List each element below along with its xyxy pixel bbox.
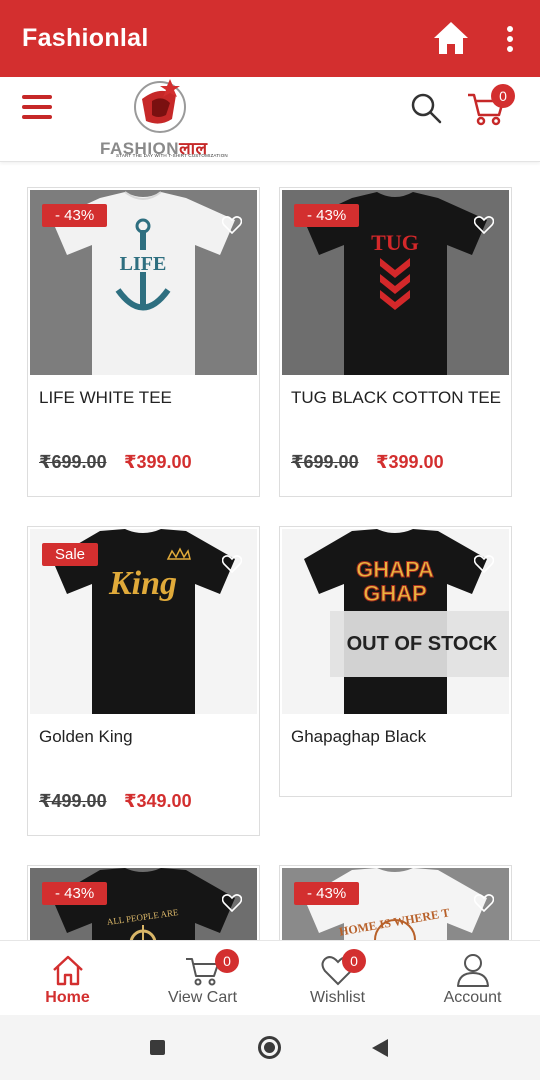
product-card[interactable]: GHAPA GHAP OUT OF STOCK Ghapaghap Black [279,526,512,797]
more-options-icon[interactable] [498,24,522,54]
product-title[interactable]: LIFE WHITE TEE [39,388,172,408]
brand-logo[interactable]: FASHIONलाल START THE DAY WITH T-SHIRT CU… [100,77,230,161]
heart-icon[interactable] [222,555,242,573]
home-icon [52,955,83,986]
heart-icon[interactable] [474,216,494,234]
product-card[interactable]: King Sale Golden King ₹499.00 ₹349.00 [27,526,260,836]
heart-icon[interactable] [474,894,494,912]
product-title[interactable]: TUG BLACK COTTON TEE [291,388,501,408]
home-icon[interactable] [432,20,470,56]
nav-view-cart[interactable]: 0 View Cart [135,941,270,1016]
logo-mark [134,79,186,133]
sale-badge: Sale [42,543,99,566]
search-icon[interactable] [410,92,442,124]
discount-badge: - 43% [294,204,360,227]
original-price: ₹699.00 [291,452,359,472]
discount-badge: - 43% [42,204,108,227]
product-title[interactable]: Ghapaghap Black [291,727,426,747]
nav-wishlist[interactable]: 0 Wishlist [270,941,405,1016]
svg-text:King: King [108,565,177,602]
cart-count-badge: 0 [215,949,239,973]
svg-text:TUG: TUG [371,230,419,255]
original-price: ₹699.00 [39,452,107,472]
sale-price: ₹399.00 [376,452,444,472]
system-navigation-bar [0,1015,540,1080]
original-price: ₹499.00 [39,791,107,811]
store-header: FASHIONलाल START THE DAY WITH T-SHIRT CU… [0,77,540,162]
bottom-navigation: Home 0 View Cart 0 Wishlist Account [0,940,540,1015]
nav-label: Account [443,989,502,1006]
app-bar: Fashionlal [0,0,540,77]
heart-icon[interactable] [222,216,242,234]
product-card[interactable]: LIFE - 43% LIFE WHITE TEE ₹699.00 ₹399.0… [27,187,260,497]
nav-home[interactable]: Home [0,941,135,1016]
person-icon [456,954,489,987]
discount-badge: - 43% [294,882,360,905]
heart-icon[interactable] [222,894,242,912]
back-icon[interactable] [372,1039,388,1057]
discount-badge: - 43% [42,882,108,905]
out-of-stock-overlay: OUT OF STOCK [330,611,509,677]
sale-price: ₹349.00 [124,791,192,811]
svg-text:GHAP: GHAP [363,581,427,606]
nav-account[interactable]: Account [405,941,540,1016]
menu-icon[interactable] [22,95,52,119]
svg-text:GHAPA: GHAPA [356,557,434,582]
wishlist-count-badge: 0 [342,949,366,973]
svg-text:LIFE: LIFE [120,253,167,275]
app-title: Fashionlal [22,24,149,52]
product-title[interactable]: Golden King [39,727,133,747]
nav-label: Home [45,989,90,1006]
home-button-icon[interactable] [258,1036,281,1059]
recent-apps-icon[interactable] [150,1040,165,1055]
nav-label: Wishlist [309,989,366,1006]
product-card[interactable]: TUG - 43% TUG BLACK COTTON TEE ₹699.00 ₹… [279,187,512,497]
heart-icon[interactable] [474,555,494,573]
cart-count-badge: 0 [491,84,515,108]
logo-tagline: START THE DAY WITH T-SHIRT CUSTOMIZATION [116,153,228,158]
nav-label: View Cart [167,989,238,1006]
sale-price: ₹399.00 [124,452,192,472]
